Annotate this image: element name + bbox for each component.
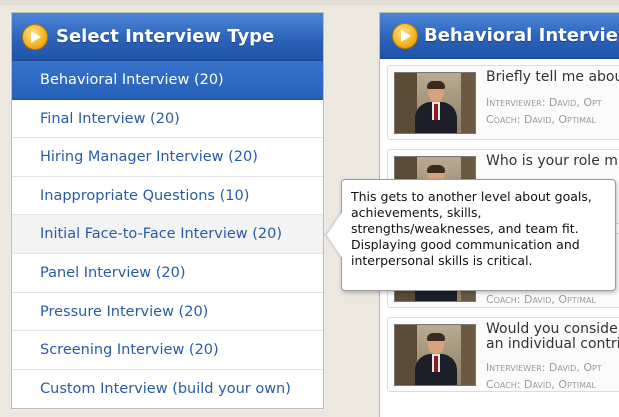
tooltip-line: interpersonal skills is critical. [351, 253, 533, 268]
question-card[interactable]: Briefly tell me abou Interviewer: David,… [387, 65, 619, 140]
panel-title: Select Interview Type [56, 26, 275, 47]
video-thumbnail[interactable] [394, 72, 476, 134]
coach-label: Coach: David, Optimal [486, 293, 596, 306]
question-list-header: Behavioral Interview ( [380, 13, 619, 59]
coach-label: Coach: David, Optimal [486, 113, 596, 126]
question-text[interactable]: Who is your role m [486, 154, 618, 169]
tooltip-line: achievements, skills, [351, 205, 482, 220]
video-thumbnail[interactable] [394, 324, 476, 386]
question-text[interactable]: Briefly tell me abou [486, 70, 619, 85]
top-strip [0, 0, 619, 5]
description-tooltip: This gets to another level about goals, … [341, 179, 616, 291]
interview-type-behavioral[interactable]: Behavioral Interview (20) [12, 61, 323, 100]
interview-type-pressure[interactable]: Pressure Interview (20) [12, 293, 323, 332]
interview-type-panel: Select Interview Type Behavioral Intervi… [11, 12, 324, 409]
interview-type-final[interactable]: Final Interview (20) [12, 100, 323, 139]
play-circle-icon [22, 23, 48, 50]
interviewer-label: Interviewer: David, Opt [486, 96, 602, 109]
tooltip-line: strengths/weaknesses, and team fit. [351, 221, 579, 236]
tooltip-arrow-inner [327, 211, 343, 259]
question-text-line-1[interactable]: Would you conside [486, 322, 618, 337]
interview-type-list: Behavioral Interview (20) Final Intervie… [12, 61, 323, 408]
interview-type-screening[interactable]: Screening Interview (20) [12, 331, 323, 370]
interview-type-custom[interactable]: Custom Interview (build your own) [12, 370, 323, 409]
tooltip-line: Displaying good communication and [351, 237, 580, 252]
interview-type-initial-face-to-face[interactable]: Initial Face-to-Face Interview (20) [12, 215, 323, 254]
interview-type-hiring-manager[interactable]: Hiring Manager Interview (20) [12, 138, 323, 177]
coach-label: Coach: David, Optimal [486, 378, 596, 391]
question-card[interactable]: Would you conside an individual contrib … [387, 317, 619, 392]
play-circle-icon [392, 22, 418, 49]
tooltip-line: This gets to another level about goals, [351, 189, 592, 204]
question-panel-title: Behavioral Interview ( [424, 25, 619, 46]
interview-type-panel[interactable]: Panel Interview (20) [12, 254, 323, 293]
question-text-line-2[interactable]: an individual contrib [486, 337, 619, 352]
interview-type-header: Select Interview Type [12, 13, 323, 61]
interviewer-label: Interviewer: David, Opt [486, 361, 602, 374]
interview-type-inappropriate-questions[interactable]: Inappropriate Questions (10) [12, 177, 323, 216]
